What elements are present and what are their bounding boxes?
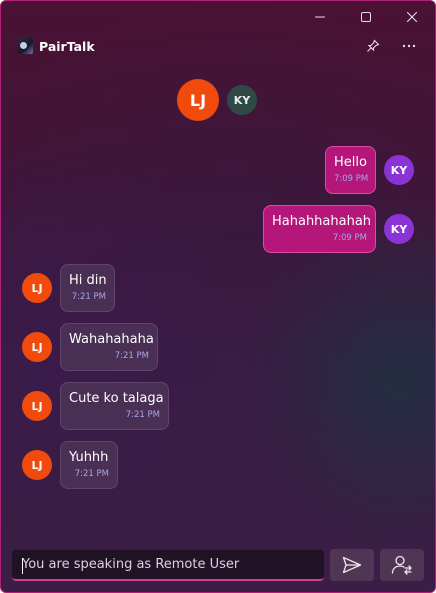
text-caret [22, 558, 23, 574]
message-time: 7:21 PM [74, 469, 109, 479]
composer [12, 549, 425, 581]
avatar: KY [384, 155, 414, 185]
message-row: LJ Yuhhh 7:21 PM [22, 441, 118, 489]
message-text: Hi din [69, 273, 107, 288]
message-time: 7:21 PM [125, 410, 160, 420]
message-list: Hello 7:09 PM KY Hahahhahahah 7:09 PM KY… [1, 1, 435, 541]
message-row: Hahahhahahah 7:09 PM KY [263, 205, 414, 253]
message-text: Hahahhahahah [272, 214, 372, 229]
message-time: 7:21 PM [71, 292, 106, 302]
message-input-box[interactable] [12, 549, 325, 581]
avatar: LJ [22, 391, 52, 421]
message-text: Yuhhh [69, 450, 109, 465]
message-time: 7:09 PM [334, 174, 369, 184]
message-bubble: Yuhhh 7:21 PM [60, 441, 118, 489]
avatar: LJ [22, 332, 52, 362]
avatar: KY [384, 214, 414, 244]
switch-user-button[interactable] [380, 549, 425, 581]
avatar: LJ [22, 450, 52, 480]
message-row: LJ Hi din 7:21 PM [22, 264, 115, 312]
message-text: Cute ko talaga [69, 391, 164, 406]
message-row: Hello 7:09 PM KY [325, 146, 414, 194]
message-row: LJ Wahahahaha 7:21 PM [22, 323, 158, 371]
message-bubble: Hello 7:09 PM [325, 146, 376, 194]
message-text: Hello [334, 155, 367, 170]
message-input[interactable] [22, 557, 325, 572]
message-bubble: Wahahahaha 7:21 PM [60, 323, 158, 371]
avatar: LJ [22, 273, 52, 303]
message-bubble: Hi din 7:21 PM [60, 264, 115, 312]
app-window: PairTalk LJ KY Hello 7:09 PM KY Hahahhah… [0, 0, 436, 593]
send-icon [343, 556, 362, 574]
message-row: LJ Cute ko talaga 7:21 PM [22, 382, 169, 430]
message-text: Wahahahaha [69, 332, 154, 347]
message-time: 7:09 PM [332, 233, 367, 243]
message-time: 7:21 PM [114, 351, 149, 361]
message-bubble: Hahahhahahah 7:09 PM [263, 205, 376, 253]
message-bubble: Cute ko talaga 7:21 PM [60, 382, 169, 430]
send-button[interactable] [330, 549, 375, 581]
switch-user-icon [391, 555, 412, 575]
